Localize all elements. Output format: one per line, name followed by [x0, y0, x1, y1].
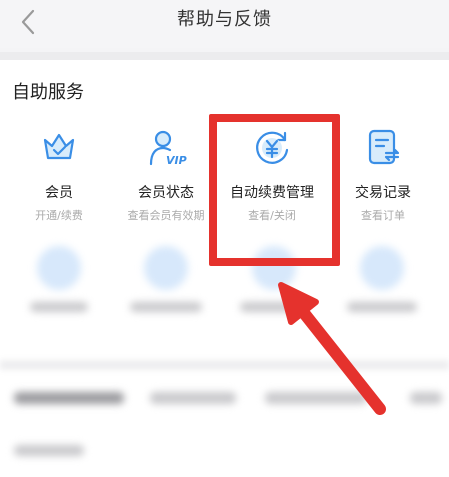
- blurred-text: [150, 392, 236, 404]
- blurred-text: [410, 392, 442, 404]
- service-sublabel: 查看会员有效期: [127, 209, 205, 222]
- blurred-text: [14, 392, 124, 404]
- service-sublabel: 开通/续费: [35, 209, 83, 222]
- service-label: 会员: [45, 185, 73, 201]
- service-label: 会员状态: [138, 185, 194, 201]
- crown-icon: [43, 133, 75, 160]
- blurred-question-tabs: [0, 378, 449, 438]
- service-membership-status[interactable]: VIP 会员状态 查看会员有效期: [112, 126, 220, 223]
- blurred-text: [240, 302, 302, 312]
- blurred-text: [265, 392, 367, 404]
- header-divider: [0, 52, 449, 60]
- section-title: 自助服务: [12, 82, 84, 103]
- service-transaction-records[interactable]: 交易记录 查看订单: [327, 126, 439, 223]
- document-transfer-icon: [368, 129, 400, 165]
- header-bar: 帮助与反馈: [0, 0, 449, 48]
- page-title: 帮助与反馈: [177, 9, 272, 30]
- blurred-text: [30, 302, 88, 312]
- blurred-icon: [144, 246, 188, 290]
- service-label: 交易记录: [355, 185, 411, 201]
- service-sublabel: 查看订单: [361, 209, 405, 222]
- blurred-question-item: [0, 435, 449, 471]
- blurred-text: [14, 445, 84, 456]
- help-feedback-page: 帮助与反馈 自助服务 会员 开通/续费 VIP 会员状态 查看会员有效期 自动续…: [0, 0, 449, 477]
- highlight-annotation-box: [209, 114, 340, 266]
- service-membership[interactable]: 会员 开通/续费: [5, 126, 113, 223]
- person-vip-icon: VIP: [149, 130, 187, 167]
- blurred-separator: [0, 360, 449, 370]
- blurred-text: [347, 302, 417, 312]
- blurred-text: [130, 302, 202, 312]
- svg-text:VIP: VIP: [166, 154, 187, 167]
- blurred-icon: [360, 246, 404, 290]
- blurred-icon: [37, 246, 81, 290]
